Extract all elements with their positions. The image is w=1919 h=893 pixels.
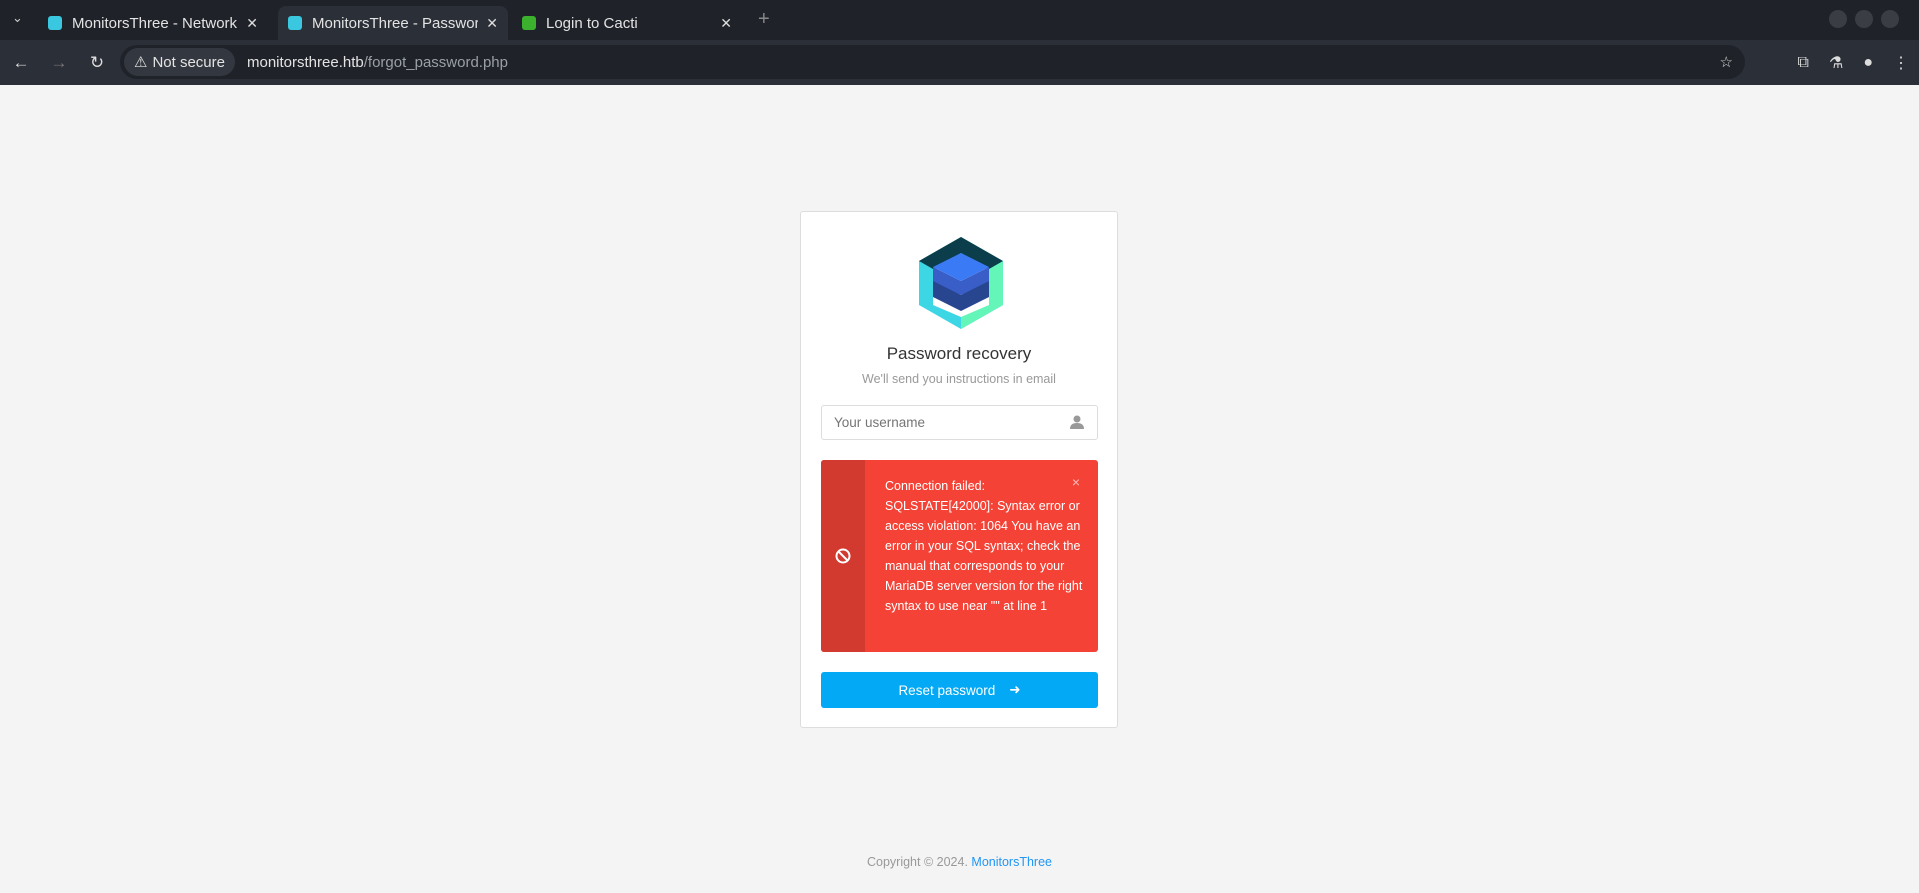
labs-flask-icon[interactable]: ⚗ (1829, 53, 1843, 73)
monitorsthree-logo-icon (919, 237, 1003, 329)
arrow-right-icon: ➜ (1009, 682, 1021, 697)
tab-monitorsthree-network[interactable]: MonitorsThree - Network ✕ (38, 6, 268, 40)
tab-bar: ⌄ MonitorsThree - Network ✕ MonitorsThre… (0, 0, 1919, 40)
security-label: Not secure (152, 53, 225, 71)
reload-icon[interactable]: ↻ (78, 53, 116, 73)
security-chip[interactable]: ⚠ Not secure (124, 48, 235, 76)
close-tab-icon[interactable]: ✕ (486, 15, 498, 32)
url-text: monitorsthree.htb/forgot_password.php (247, 54, 508, 71)
error-alert: Connection failed: SQLSTATE[42000]: Synt… (821, 460, 1098, 652)
extensions-icon[interactable]: ⧉ (1798, 54, 1809, 72)
url-host: monitorsthree.htb (247, 53, 364, 71)
maximize-button[interactable] (1855, 10, 1873, 28)
profile-icon[interactable]: ● (1863, 54, 1873, 72)
tab-monitorsthree-password[interactable]: MonitorsThree - Password ✕ (278, 6, 508, 40)
warning-icon: ⚠ (134, 54, 148, 71)
username-input[interactable] (821, 405, 1098, 440)
close-tab-icon[interactable]: ✕ (246, 15, 258, 32)
reset-password-button[interactable]: Reset password ➜ (821, 672, 1098, 708)
close-alert-button[interactable]: × (1072, 474, 1080, 490)
window-controls (1829, 10, 1899, 28)
close-tab-icon[interactable]: ✕ (720, 15, 732, 32)
monitorsthree-link[interactable]: MonitorsThree (971, 855, 1052, 869)
forward-icon[interactable]: → (40, 53, 78, 73)
tab-title: MonitorsThree - Password (312, 14, 479, 32)
url-path: /forgot_password.php (363, 53, 508, 71)
footer: Copyright © 2024. MonitorsThree (0, 855, 1919, 869)
button-label: Reset password (898, 682, 996, 698)
address-bar[interactable]: ⚠ Not secure monitorsthree.htb/forgot_pas… (120, 45, 1745, 79)
alert-icon-strip (821, 460, 865, 652)
tab-search-chevron-icon[interactable]: ⌄ (12, 10, 23, 26)
block-icon (835, 548, 851, 564)
back-icon[interactable]: ← (2, 53, 40, 73)
user-icon (1070, 415, 1084, 429)
tab-title: Login to Cacti (546, 14, 638, 32)
monitorsthree-favicon-icon (48, 16, 62, 30)
close-window-button[interactable] (1881, 10, 1899, 28)
password-recovery-card: Password recovery We'll send you instruc… (800, 211, 1118, 728)
page-subtitle: We'll send you instructions in email (862, 372, 1056, 386)
browser-toolbar: ← → ↻ ⚠ Not secure monitorsthree.htb/forg… (0, 40, 1919, 85)
tab-title: MonitorsThree - Network (72, 14, 238, 32)
tab-login-to-cacti[interactable]: Login to Cacti ✕ (512, 6, 742, 40)
monitorsthree-favicon-icon (288, 16, 302, 30)
copyright-text: Copyright © 2024. (866, 855, 968, 869)
cacti-favicon-icon (522, 16, 536, 30)
minimize-button[interactable] (1829, 10, 1847, 28)
page-title: Password recovery (886, 344, 1032, 363)
bookmark-star-icon[interactable]: ☆ (1720, 53, 1733, 71)
menu-icon[interactable]: ⋮ (1893, 53, 1909, 73)
error-message: Connection failed: SQLSTATE[42000]: Synt… (885, 479, 1083, 613)
new-tab-icon[interactable]: + (758, 8, 770, 31)
